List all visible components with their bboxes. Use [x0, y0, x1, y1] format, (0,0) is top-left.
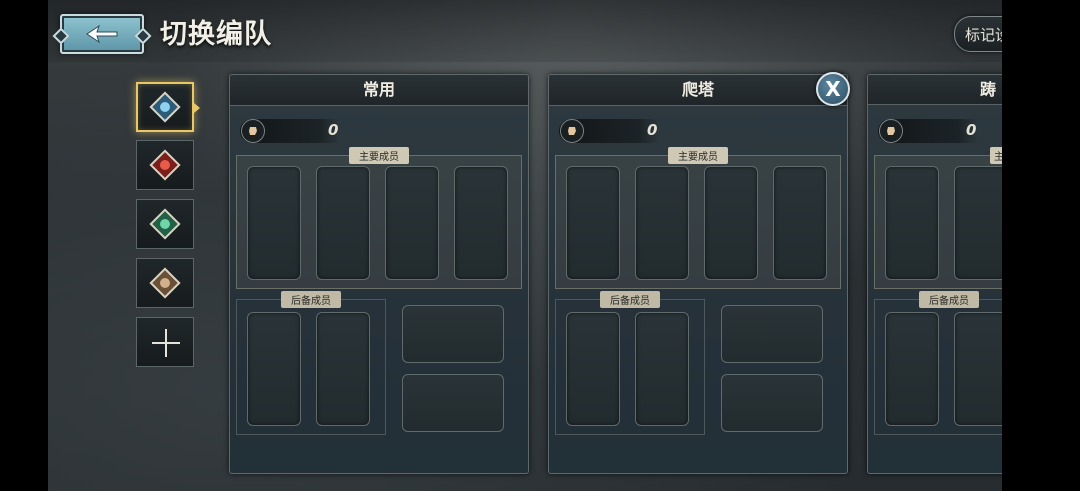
member-slot[interactable]	[454, 166, 508, 280]
power-value: 0	[647, 121, 658, 139]
reserve-members-section: 后备成员	[874, 291, 1002, 435]
reserve-slot[interactable]	[566, 312, 620, 426]
reserve-members-label: 后备成员	[281, 291, 341, 308]
member-slot[interactable]	[704, 166, 758, 280]
fist-icon	[879, 119, 903, 143]
element-tab-fire[interactable]	[136, 140, 194, 190]
member-slot[interactable]	[773, 166, 827, 280]
fist-icon	[560, 119, 584, 143]
element-tab-wind[interactable]	[136, 199, 194, 249]
element-tab-earth[interactable]	[136, 258, 194, 308]
element-tab-ice[interactable]	[136, 82, 200, 132]
team-name: 踌	[868, 75, 1002, 105]
power-value: 0	[966, 121, 977, 139]
support-slot[interactable]	[402, 374, 504, 432]
main-members-label: 主要成员	[668, 147, 728, 164]
fist-icon	[241, 119, 265, 143]
support-slot[interactable]	[721, 374, 823, 432]
team-card-third[interactable]: 踌 0 主 后备成员	[867, 74, 1002, 474]
support-slot[interactable]	[402, 305, 504, 363]
reserve-members-section: 后备成员	[555, 291, 705, 435]
member-slot[interactable]	[635, 166, 689, 280]
active-indicator-icon	[194, 103, 200, 113]
reserve-slot[interactable]	[635, 312, 689, 426]
reserve-slot[interactable]	[247, 312, 301, 426]
back-arrow-icon	[86, 24, 118, 44]
earth-element-icon	[149, 267, 181, 299]
team-power: 0	[878, 119, 978, 143]
mark-settings-label: 标记设置	[965, 26, 1002, 44]
fire-element-icon	[149, 149, 181, 181]
wind-element-icon	[149, 208, 181, 240]
ice-element-icon	[149, 91, 181, 123]
main-members-label: 主要成员	[349, 147, 409, 164]
add-element-tab-button[interactable]	[136, 317, 194, 367]
member-slot[interactable]	[385, 166, 439, 280]
back-button[interactable]	[60, 14, 144, 54]
team-power: 0	[559, 119, 659, 143]
main-members-section: 主要成员	[555, 147, 841, 289]
reserve-slot[interactable]	[885, 312, 939, 426]
screen-bezel-left	[0, 0, 48, 491]
team-name: 爬塔	[549, 75, 847, 106]
mark-settings-button[interactable]: 标记设置	[954, 16, 1002, 52]
team-card-tower[interactable]: 爬塔 0 主要成员 后备成员	[548, 74, 848, 474]
member-slot[interactable]	[885, 166, 939, 280]
page-title: 切换编队	[160, 19, 272, 50]
main-members-section: 主要成员	[236, 147, 522, 289]
main-members-section: 主	[874, 147, 1002, 289]
team-card-common[interactable]: 常用 0 主要成员 后备成员	[229, 74, 529, 474]
reserve-members-label: 后备成员	[600, 291, 660, 308]
game-scene: 切换编队 标记设置	[48, 0, 1002, 491]
team-power: 0	[240, 119, 340, 143]
team-name: 常用	[230, 75, 528, 106]
member-slot[interactable]	[566, 166, 620, 280]
reserve-members-section: 后备成员	[236, 291, 386, 435]
main-members-label: 主	[990, 147, 1002, 164]
member-slot[interactable]	[247, 166, 301, 280]
reserve-slot[interactable]	[316, 312, 370, 426]
reserve-members-label: 后备成员	[919, 291, 979, 308]
close-button[interactable]: X	[816, 72, 850, 106]
member-slot[interactable]	[316, 166, 370, 280]
reserve-slot[interactable]	[954, 312, 1002, 426]
support-slot[interactable]	[721, 305, 823, 363]
power-value: 0	[328, 121, 339, 139]
screen-bezel-right	[1002, 0, 1080, 491]
member-slot[interactable]	[954, 166, 1002, 280]
